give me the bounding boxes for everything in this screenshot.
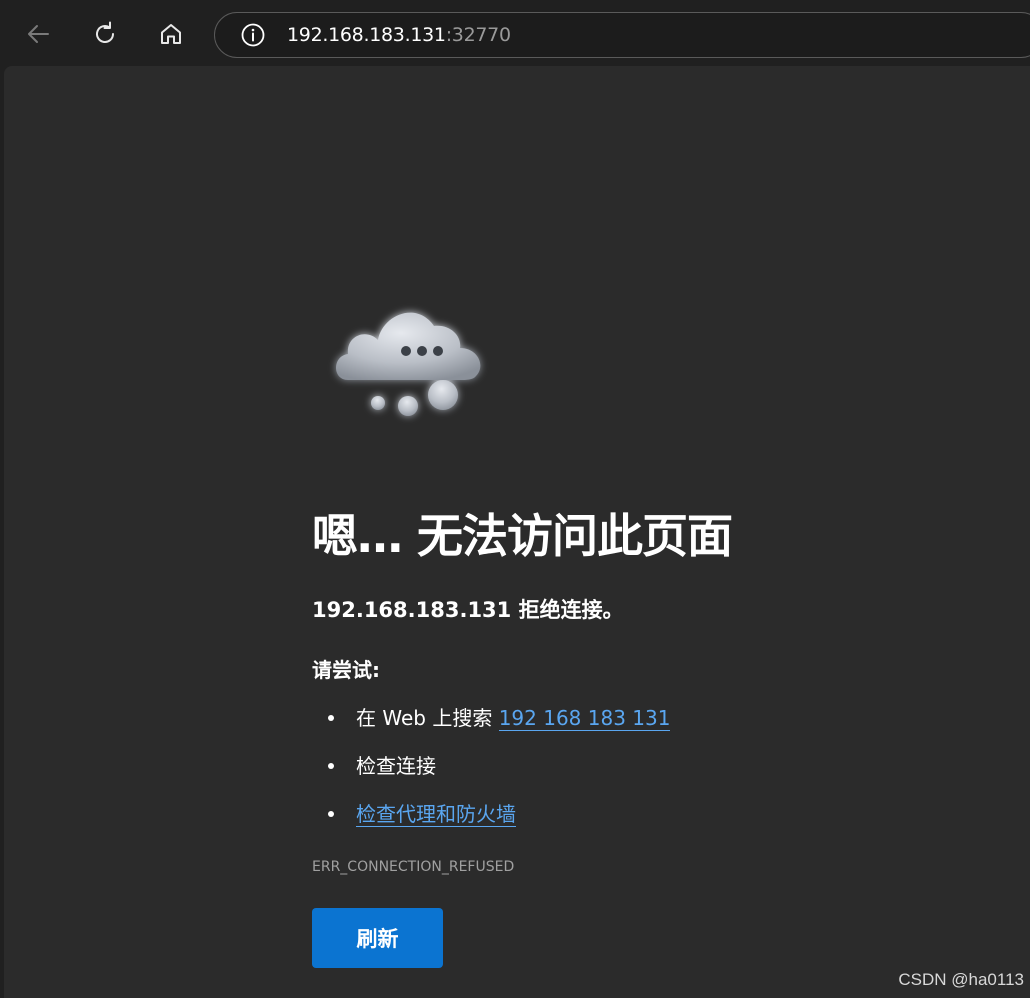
error-subtitle: 192.168.183.131 拒绝连接。 bbox=[312, 598, 624, 622]
bullet-icon bbox=[328, 811, 334, 817]
page-title: 嗯… 无法访问此页面 bbox=[312, 509, 733, 563]
bullet-icon bbox=[328, 763, 334, 769]
search-prefix: 在 Web 上搜索 bbox=[356, 706, 499, 730]
bullet-icon bbox=[328, 715, 334, 721]
try-label: 请尝试: bbox=[312, 658, 380, 682]
home-button[interactable] bbox=[151, 14, 191, 54]
address-bar[interactable]: 192.168.183.131:32770 bbox=[214, 12, 1030, 58]
address-port: :32770 bbox=[445, 24, 511, 46]
search-web-link[interactable]: 192 168 183 131 bbox=[498, 706, 671, 731]
list-item: 检查连接 bbox=[312, 752, 670, 800]
check-connection-text: 检查连接 bbox=[356, 754, 436, 778]
address-host: 192.168.183.131 bbox=[287, 24, 446, 46]
reload-icon bbox=[96, 21, 114, 43]
refresh-button[interactable]: 刷新 bbox=[312, 908, 443, 968]
list-item: 在 Web 上搜索 192 168 183 131 bbox=[312, 704, 671, 752]
browser-toolbar: 192.168.183.131:32770 bbox=[0, 0, 1030, 66]
back-button[interactable] bbox=[18, 14, 58, 54]
watermark: CSDN @ha0113 bbox=[898, 970, 1024, 989]
suggestion-list: 在 Web 上搜索 192 168 183 131 检查连接 检查代理和防火墙 bbox=[312, 704, 671, 848]
info-icon[interactable] bbox=[239, 21, 267, 49]
address-url[interactable]: 192.168.183.131:32770 bbox=[287, 24, 511, 46]
arrow-left-icon bbox=[28, 25, 49, 43]
error-code: ERR_CONNECTION_REFUSED bbox=[312, 859, 515, 875]
reload-button[interactable] bbox=[85, 14, 125, 54]
cloud-icon bbox=[326, 296, 496, 426]
list-item: 检查代理和防火墙 bbox=[312, 800, 670, 848]
home-icon bbox=[161, 24, 181, 44]
check-proxy-firewall-link[interactable]: 检查代理和防火墙 bbox=[356, 802, 516, 827]
